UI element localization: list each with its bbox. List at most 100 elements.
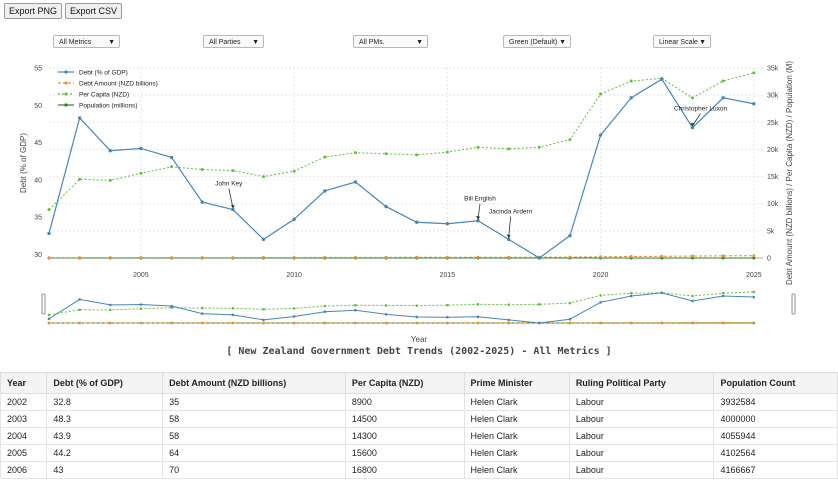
data-point (721, 79, 725, 83)
navigator-point (108, 303, 112, 307)
navigator-point (323, 304, 327, 308)
data-point (599, 92, 603, 96)
navigator-point (139, 303, 143, 306)
navigator-point (78, 308, 81, 312)
navigator-point (47, 313, 51, 317)
table-cell: 4055944 (713, 427, 838, 445)
navigator-point (200, 312, 204, 315)
column-header[interactable]: Year (0, 372, 48, 394)
navigator-point (446, 303, 449, 307)
parties-select[interactable]: All Parties ▼ (203, 35, 264, 48)
table-cell: 2006 (0, 461, 48, 479)
x-tick-label: 2015 (440, 272, 456, 279)
navigator-point (691, 294, 694, 298)
column-header[interactable]: Prime Minister (463, 372, 570, 394)
table-cell: 8900 (344, 393, 465, 411)
navigator-point (108, 321, 112, 325)
data-point (384, 255, 388, 259)
navigator-point (568, 317, 572, 321)
data-point (353, 151, 357, 155)
data-point (231, 256, 235, 260)
range-handle-left (41, 293, 46, 315)
data-point (568, 255, 572, 259)
navigator-point (752, 321, 756, 324)
data-point (231, 169, 235, 173)
column-header[interactable]: Ruling Political Party (568, 372, 715, 394)
y-left-tick-label: 45 (34, 140, 42, 147)
navigator-point (629, 321, 633, 325)
metrics-select[interactable]: All Metrics ▼ (53, 35, 120, 48)
table-cell: 4102564 (713, 444, 838, 462)
annotation-arrow (228, 188, 234, 208)
legend-marker (64, 70, 68, 74)
scale-select[interactable]: Linear Scale ▼ (653, 35, 711, 48)
navigator-point (691, 321, 694, 324)
pms-select[interactable]: All PMs. ▼ (353, 35, 428, 48)
data-point (568, 138, 572, 142)
column-header[interactable]: Population Count (713, 372, 838, 394)
navigator-point (691, 299, 694, 303)
table-cell: 58 (162, 427, 346, 445)
data-point (599, 255, 603, 259)
y-left-axis-title: Debt (% of GDP) (19, 133, 28, 193)
annotation-arrowhead (476, 215, 481, 220)
data-point (262, 256, 266, 260)
data-point (691, 96, 695, 100)
y-right-tick-label: 15k (767, 174, 779, 181)
table-header-row: Year Debt (% of GDP) Debt Amount (NZD bi… (0, 372, 838, 394)
navigator-point (660, 291, 664, 295)
data-point (476, 145, 480, 149)
data-point (384, 204, 388, 209)
navigator-point (446, 315, 449, 319)
table-cell: Helen Clark (463, 461, 570, 479)
data-point (200, 256, 204, 260)
data-point (721, 96, 725, 100)
table-cell: 58 (162, 410, 346, 428)
x-axis-title: Year (411, 335, 428, 344)
column-header[interactable]: Debt Amount (NZD billions) (162, 372, 346, 394)
table-cell: 14500 (344, 410, 465, 428)
table-cell: Helen Clark (463, 444, 570, 462)
table-cell: Labour (568, 393, 715, 411)
navigator-point (476, 315, 480, 319)
y-right-tick-label: 0 (767, 256, 771, 263)
data-point (200, 168, 204, 172)
annotation-arrow (508, 216, 512, 238)
table-cell: 4166667 (713, 461, 838, 479)
toolbar: Export PNG Export CSV (4, 3, 123, 19)
navigator-point (415, 321, 419, 325)
navigator-point (354, 308, 357, 312)
column-header[interactable]: Per Capita (NZD) (344, 372, 465, 394)
x-tick-label: 2005 (133, 272, 149, 279)
data-point (77, 116, 82, 120)
data-point (292, 217, 296, 221)
column-header[interactable]: Debt (% of GDP) (46, 372, 164, 394)
x-tick-label: 2020 (593, 272, 609, 279)
scale-select-value: Linear Scale (659, 39, 698, 46)
annotation-label: Jacinda Ardern (489, 208, 533, 215)
theme-select[interactable]: Green (Default) ▼ (503, 35, 571, 48)
table-cell: 48.3 (46, 410, 164, 428)
navigator-series-line (48, 291, 754, 316)
data-point (721, 254, 725, 258)
navigator-point (139, 307, 143, 311)
data-point (629, 254, 633, 258)
export-csv-button[interactable]: Export CSV (65, 3, 123, 19)
table-row: 2006 43 70 16800 Helen Clark Labour 4166667 (0, 461, 838, 479)
theme-select-value: Green (Default) (509, 39, 558, 46)
y-right-tick-label: 20k (767, 147, 779, 154)
data-point (415, 153, 419, 157)
table-cell: 43.9 (46, 427, 164, 445)
y-right-tick-label: 35k (767, 66, 779, 73)
y-left-tick-label: 55 (34, 66, 42, 73)
data-point (47, 231, 51, 236)
table-cell: 35 (162, 393, 346, 411)
data-point (507, 255, 511, 259)
navigator-point (599, 300, 602, 304)
data-point (415, 255, 419, 259)
export-png-button[interactable]: Export PNG (4, 3, 63, 19)
navigator-point (721, 294, 725, 298)
table-cell: 3932584 (713, 393, 838, 411)
data-table: Year Debt (% of GDP) Debt Amount (NZD bi… (0, 372, 838, 479)
navigator-point (170, 304, 173, 308)
